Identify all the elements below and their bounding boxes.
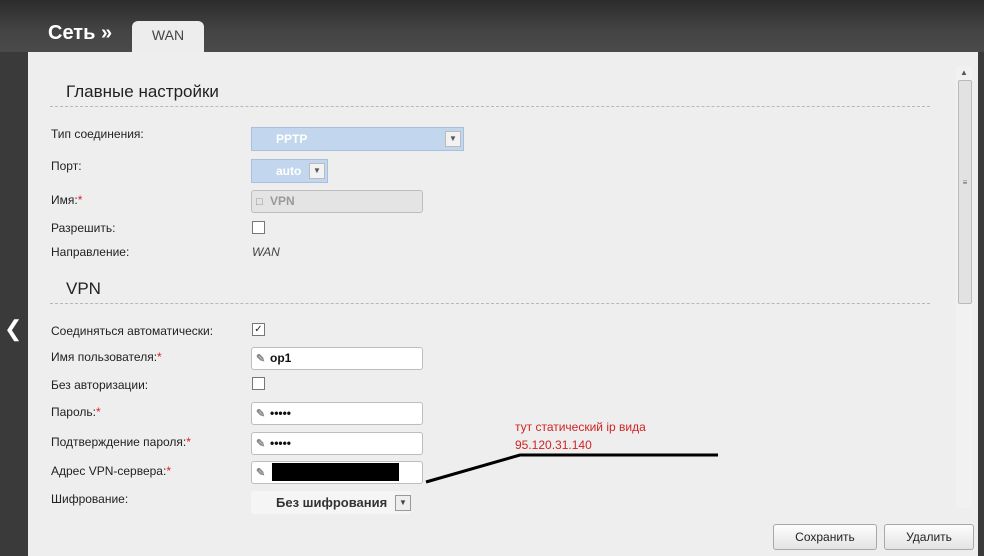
grip-icon: ≡ xyxy=(962,178,968,187)
annotation-arrow xyxy=(425,453,718,484)
scrollbar[interactable]: ▲ ≡ xyxy=(956,66,972,508)
scrollbar-thumb[interactable]: ≡ xyxy=(958,80,972,304)
scroll-up-icon[interactable]: ▲ xyxy=(956,66,972,80)
save-button[interactable]: Сохранить xyxy=(773,524,877,550)
delete-button[interactable]: Удалить xyxy=(884,524,974,550)
